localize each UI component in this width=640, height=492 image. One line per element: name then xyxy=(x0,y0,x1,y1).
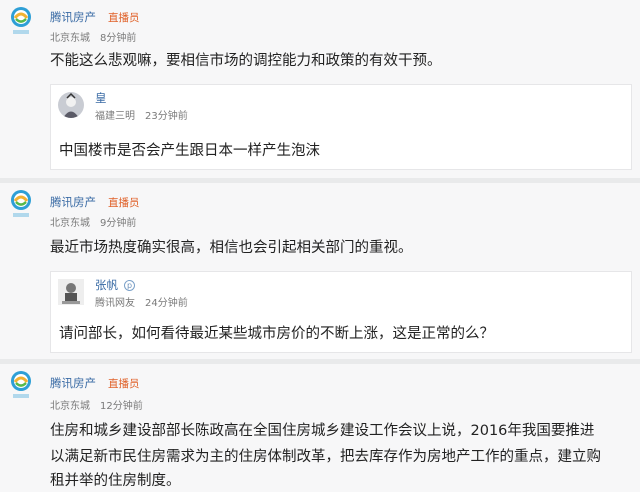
quoted-author: 张帆 p xyxy=(95,277,135,293)
tencent-house-logo-icon[interactable] xyxy=(8,189,34,219)
comment-item: 腾讯房产 直播员 北京东城 9分钟前 最近市场热度确实很高，相信也会引起相关部门… xyxy=(0,183,640,359)
timestamp: 9分钟前 xyxy=(100,217,137,229)
timestamp: 8分钟前 xyxy=(100,32,137,44)
quoted-timestamp: 23分钟前 xyxy=(145,111,188,122)
role-badge: 直播员 xyxy=(108,377,140,390)
role-badge: 直播员 xyxy=(108,11,140,24)
comment-meta: 北京东城 12分钟前 xyxy=(50,396,143,412)
tencent-house-logo-icon[interactable] xyxy=(8,370,34,400)
tencent-house-logo-icon[interactable] xyxy=(8,6,34,36)
quoted-text: 请问部长，如何看待最近某些城市房价的不断上涨，这是正常的么？ xyxy=(59,326,494,342)
author-name[interactable]: 腾讯房产 xyxy=(50,194,96,210)
timestamp: 12分钟前 xyxy=(100,400,143,412)
comment-text: 不能这么悲观嘛，要相信市场的调控能力和政策的有效干预。 xyxy=(50,53,442,69)
comment-text: 最近市场热度确实很高，相信也会引起相关部门的重视。 xyxy=(50,240,413,256)
quoted-comment: 皇 福建三明 23分钟前 中国楼市是否会产生跟日本一样产生泡沫 xyxy=(50,84,632,170)
quoted-timestamp: 24分钟前 xyxy=(145,298,188,309)
comment-header: 腾讯房产 直播员 xyxy=(50,8,140,26)
comment-text-line: 租并举的住房制度。 xyxy=(50,473,181,489)
comment-item: 腾讯房产 直播员 北京东城 8分钟前 不能这么悲观嘛，要相信市场的调控能力和政策… xyxy=(0,0,640,178)
quoted-text: 中国楼市是否会产生跟日本一样产生泡沫 xyxy=(59,143,320,159)
comment-text-line: 住房和城乡建设部部长陈政高在全国住房城乡建设工作会议上说，2016年我国要推进 xyxy=(50,423,595,439)
comment-text-line: 以满足新市民住房需求为主的住房体制改革，把去库存作为房地产工作的重点，建立购 xyxy=(50,449,601,465)
quoted-meta: 腾讯网友 24分钟前 xyxy=(95,294,188,309)
avatar[interactable] xyxy=(58,279,84,305)
avatar[interactable] xyxy=(58,92,84,118)
user-avatar-icon xyxy=(58,279,84,305)
comment-header: 腾讯房产 直播员 xyxy=(50,374,140,392)
quoted-comment: 张帆 p 腾讯网友 24分钟前 请问部长，如何看待最近某些城市房价的不断上涨，这… xyxy=(50,271,632,353)
role-badge: 直播员 xyxy=(108,196,140,209)
location: 北京东城 xyxy=(50,400,90,412)
comment-meta: 北京东城 8分钟前 xyxy=(50,28,136,44)
quoted-location: 福建三明 xyxy=(95,111,135,122)
comment-header: 腾讯房产 直播员 xyxy=(50,193,140,211)
user-avatar-icon xyxy=(58,92,84,118)
quoted-meta: 福建三明 23分钟前 xyxy=(95,107,188,122)
comment-item: 腾讯房产 直播员 北京东城 12分钟前 住房和城乡建设部部长陈政高在全国住房城乡… xyxy=(0,364,640,492)
quoted-author-name[interactable]: 张帆 xyxy=(95,277,118,293)
location: 北京东城 xyxy=(50,32,90,44)
quoted-author: 皇 xyxy=(95,90,107,106)
quoted-location: 腾讯网友 xyxy=(95,298,135,309)
author-name[interactable]: 腾讯房产 xyxy=(50,375,96,391)
comment-meta: 北京东城 9分钟前 xyxy=(50,213,136,229)
author-name[interactable]: 腾讯房产 xyxy=(50,9,96,25)
verified-icon: p xyxy=(124,279,135,291)
quoted-author-name[interactable]: 皇 xyxy=(95,90,107,106)
location: 北京东城 xyxy=(50,217,90,229)
